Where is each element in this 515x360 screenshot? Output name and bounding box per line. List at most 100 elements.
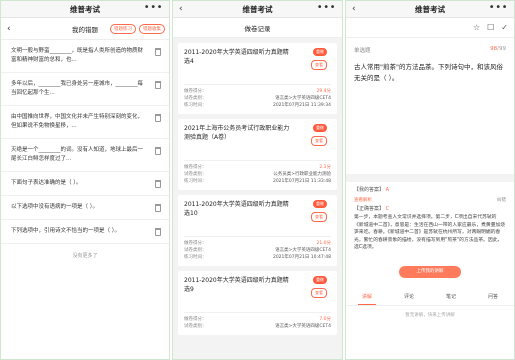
time-row: 练习时间： 2021年07月21日 11:33:48 [184,178,331,185]
view-analysis-link[interactable]: 查看解析 [354,197,372,203]
more-menu-icon[interactable]: ••• [317,2,336,13]
trash-icon[interactable] [155,48,161,56]
score-label: 做卷得分： [184,241,207,246]
page-header: ‹ 我的错题 错题练习 错题收集 [1,18,169,40]
tab-qa[interactable]: 问答 [484,290,502,305]
no-more-text: 没有更多了 [72,253,98,259]
list-item[interactable]: 下列选项中，引用诗文不恰当的一项是（ ）。 [1,220,169,244]
question-stem: 古人常用"煎茶"的方法品茶。下列诗句中，和该风俗无关的是（ ）。 [354,63,503,82]
score-value: 29.4分 [316,89,331,94]
more-menu-icon[interactable]: ••• [144,2,163,13]
record-details: 做卷得分： 7.0分 试卷类别： 语言类>大学英语四级CET4 [184,312,331,330]
record-title: 2011-2020年大学英语四级听力真题精选4 [184,49,289,65]
answer-section: 【我的答案】 A 查看解析 纠错 【正确答案】 C 第一步，本题考查人文常识并选… [346,182,514,256]
question-progress: 98/99 [490,46,506,54]
category-label: 试卷类别： [184,324,207,329]
trash-icon[interactable] [155,180,161,188]
view-button[interactable]: 查看 [311,288,327,298]
correction-link[interactable]: 纠错 [497,197,506,203]
category-row: 试卷类别： 语言类>大学英语四级CET4 [184,323,331,330]
correct-answer-value: C [385,206,390,212]
exam-records-screen: ‹ 维普考试 ••• 做卷记录 2011-2020年大学英语四级听力真题精选4 … [172,0,343,360]
score-value: 7.0分 [319,317,331,322]
wrong-practice-button[interactable]: 错题练习 [110,24,136,34]
question-text: 以下选项中没有语病的一项是（ ）。 [11,204,98,210]
list-item[interactable]: 下面句子表达准确的是（ ）。 [1,172,169,196]
redo-button[interactable]: 重做 [313,124,327,132]
app-title: 维普考试 [415,4,445,14]
category-value: 语言类>大学英语四级CET4 [275,248,331,253]
redo-button[interactable]: 重做 [313,200,327,208]
redo-button[interactable]: 重做 [313,48,327,56]
question-type: 单选题 [354,48,371,54]
trash-icon[interactable] [155,204,161,212]
my-answer-label: 【我的答案】 [354,187,385,193]
wrong-collect-button[interactable]: 错题收集 [139,24,165,34]
category-label: 试卷类别： [184,96,207,101]
redo-button[interactable]: 重做 [313,276,327,284]
wechat-titlebar: 维普考试 ••• [1,1,169,18]
view-button[interactable]: 查看 [311,212,327,222]
record-card[interactable]: 2021年上海市公务员考试行政职业能力测验真题（A卷） 重做 查看 做卷得分： 2… [178,119,337,190]
record-card[interactable]: 2011-2020年大学英语四级听力真题精选4 重做 查看 做卷得分： 29.4分… [178,43,337,114]
question-text: 下面句子表达准确的是（ ）。 [11,180,82,186]
list-item[interactable]: 多年以后，________我已身处另一座城市，________每当回忆起那个生.… [1,73,169,106]
record-card[interactable]: 2011-2020年大学英语四级听力真题精选10 重做 查看 做卷得分： 21.0… [178,195,337,266]
category-value: 公务员类>行政职业能力测验 [273,172,331,177]
score-label: 做卷得分： [184,317,207,322]
empty-state-text: 暂无讲解，快来上传讲解 [405,312,455,318]
my-answer-row: 【我的答案】 A [354,186,506,195]
page-title: 做卷记录 [244,24,271,33]
upload-explanation-button[interactable]: 上传我的讲解 [399,265,461,278]
score-label: 做卷得分： [184,165,207,170]
question-text: 多年以后，________我已身处另一座城市，________每当回忆起那个生.… [11,81,144,96]
page-header: 做卷记录 [173,18,342,38]
check-icon[interactable]: ✓ [501,23,508,32]
back-arrow-icon[interactable]: ‹ [179,4,183,14]
time-row: 练习时间： 2021年07月21日 10:47:48 [184,254,331,261]
progress-total: /99 [497,46,506,52]
star-icon[interactable]: ☆ [473,23,480,32]
app-title: 维普考试 [242,4,273,14]
view-button[interactable]: 查看 [311,60,327,70]
category-label: 试卷类别： [184,172,207,177]
list-item[interactable]: 文明一般与野蛮________，既是指人类所创造的物质财富和精神财富的总和，也.… [1,40,169,73]
category-value: 语言类>大学英语四级CET4 [275,96,331,101]
time-label: 练习时间： [184,255,207,260]
answer-card-icon[interactable]: ☐ [487,23,494,32]
question-text: 由中国推向世界，中国文化并未产生特别深刻的变化，但如果说不免物换星移，... [11,114,144,129]
question-meta: 单选题 98/99 [346,38,514,54]
more-menu-icon[interactable]: ••• [489,2,508,13]
time-row: 练习时间： 2021年07月21日 11:39:34 [184,102,331,109]
score-row: 做卷得分： 29.4分 [184,88,331,95]
tab-notes[interactable]: 笔记 [442,290,460,305]
trash-icon[interactable] [155,114,161,122]
list-item[interactable]: 灭绝是一个________的词。没有人知道，地球上最后一尾长江白鲟怎样度过了..… [1,139,169,172]
tab-comments[interactable]: 评论 [400,290,418,305]
tab-explanation[interactable]: 讲解 [357,290,376,305]
record-top: 2021年上海市公务员考试行政职业能力测验真题（A卷） 重做 查看 [184,124,331,160]
back-arrow-icon[interactable]: ‹ [352,4,356,14]
time-label: 练习时间： [184,103,207,108]
score-row: 做卷得分： 21.0分 [184,240,331,247]
time-label: 练习时间： [184,179,207,184]
record-top: 2011-2020年大学英语四级听力真题精选10 重做 查看 [184,200,331,236]
list-item[interactable]: 由中国推向世界，中国文化并未产生特别深刻的变化，但如果说不免物换星移，... [1,106,169,139]
view-button[interactable]: 查看 [311,136,327,146]
category-row: 试卷类别： 语言类>大学英语四级CET4 [184,95,331,102]
score-value: 2.1分 [319,165,331,170]
list-item[interactable]: 以下选项中没有语病的一项是（ ）。 [1,196,169,220]
record-card[interactable]: 2011-2020年大学英语四级听力真题精选9 重做 查看 做卷得分： 7.0分 … [178,271,337,335]
time-value: 2021年07月21日 10:47:48 [272,255,331,260]
record-top: 2011-2020年大学英语四级听力真题精选9 重做 查看 [184,276,331,312]
question-text: 灭绝是一个________的词。没有人知道，地球上最后一尾长江白鲟怎样度过了..… [11,147,144,162]
score-label: 做卷得分： [184,89,207,94]
trash-icon[interactable] [155,147,161,155]
trash-icon[interactable] [155,228,161,236]
question-text: 下列选项中，引用诗文不恰当的一项是（ ）。 [11,228,120,234]
trash-icon[interactable] [155,81,161,89]
question-detail-screen: ‹ 维普考试 ••• ☆ ☐ ✓ 单选题 98/99 古人常用"煎茶"的方法品茶… [345,0,515,360]
wrong-list: 文明一般与野蛮________，既是指人类所创造的物质财富和精神财富的总和，也.… [1,40,169,244]
wrong-questions-screen: 维普考试 ••• ‹ 我的错题 错题练习 错题收集 文明一般与野蛮_______… [0,0,170,360]
detail-tabs: 讲解 评论 笔记 问答 [346,290,514,306]
